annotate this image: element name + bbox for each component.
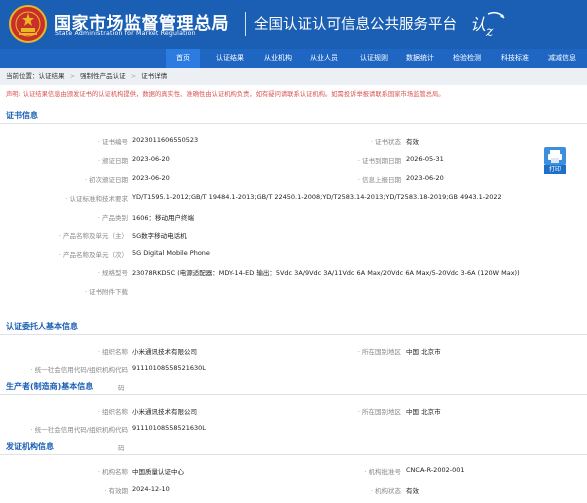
nav-agencies[interactable]: 从业机构 — [256, 49, 300, 68]
maker-region-label: · 所在国别地区 — [357, 408, 401, 416]
national-emblem-icon — [9, 5, 47, 43]
svg-text:认: 认 — [470, 15, 486, 34]
upload-date-label: · 信息上报日期 — [357, 176, 401, 184]
section-title-cert: 证书信息 — [6, 111, 38, 120]
attachment-label[interactable]: · 证书附件下载 — [85, 286, 128, 296]
platform-title: 全国认证认可信息公共服务平台 — [254, 17, 457, 33]
model-label: · 规格型号 — [97, 269, 128, 277]
product-name-sub-label: · 产品名称及单元（次） — [58, 251, 128, 259]
product-name-sub-value: 5G Digital Mobile Phone — [132, 249, 210, 257]
client-org-label: · 组织名称 — [97, 348, 128, 356]
maker-region-value: 中国 北京市 — [406, 408, 441, 416]
nav-personnel[interactable]: 从业人员 — [300, 49, 348, 68]
section-divider — [0, 394, 587, 395]
print-button[interactable]: 打印 — [544, 147, 566, 175]
issuer-valid-value: 2024-12-10 — [132, 485, 170, 493]
client-region-label: · 所在国别地区 — [357, 348, 401, 356]
standard-value: YD/T1595.1-2012;GB/T 19484.1-2013;GB/T 2… — [132, 193, 502, 201]
cert-no-value: 2023011606550523 — [132, 136, 199, 144]
issue-date-value: 2023-06-20 — [132, 155, 170, 163]
issue-date-label: · 颁证日期 — [97, 157, 128, 165]
nav-home[interactable]: 首页 — [166, 49, 200, 68]
maker-org-value: 小米通讯技术有限公司 — [132, 408, 197, 416]
issuer-no-value: CNCA-R-2002-001 — [406, 466, 465, 474]
site-header: 国家市场监督管理总局 State Administration for Mark… — [0, 0, 587, 49]
breadcrumb: 当前位置：认证结果 > 强制性产品认证 > 证书详情 — [0, 68, 587, 85]
issuer-status-label: · 机构状态 — [370, 487, 401, 495]
upload-date-value: 2023-06-20 — [406, 174, 444, 182]
first-issue-value: 2023-06-20 — [132, 174, 170, 182]
section-divider — [0, 123, 587, 124]
product-name-main-label: · 产品名称及单元（主） — [58, 232, 128, 240]
breadcrumb-current: 证书详情 — [141, 72, 168, 80]
category-value: 1606：移动用户终端 — [132, 214, 195, 222]
section-divider — [0, 334, 587, 335]
standard-label: · 认证标准和技术要求 — [65, 195, 128, 203]
product-name-main-value: 5G数字移动电话机 — [132, 232, 187, 240]
expiry-date-label: · 证书到期日期 — [357, 157, 401, 165]
maker-code-value: 91110108558521630L — [132, 424, 206, 432]
disclaimer-notice: 声明: 认证结果信息由颁发证书的认证机构提供，数据的真实性、准确性由认证机构负责… — [6, 91, 445, 98]
maker-code-label: · 统一社会信用代码/组织机构代码 — [30, 426, 128, 434]
section-title-client: 认证委托人基本信息 — [6, 322, 78, 331]
breadcrumb-results[interactable]: 当前位置：认证结果 — [6, 72, 65, 80]
nav-statistics[interactable]: 数据统计 — [398, 49, 442, 68]
breadcrumb-separator: > — [130, 72, 137, 80]
breadcrumb-ccc[interactable]: 强制性产品认证 — [80, 72, 126, 80]
nav-cert-rules[interactable]: 认证规则 — [350, 49, 398, 68]
section-title-maker: 生产者(制造商)基本信息 — [6, 382, 94, 391]
issuer-no-label: · 机构批准号 — [364, 468, 401, 476]
header-divider — [245, 12, 246, 36]
main-nav: 首页 认证结果 从业机构 从业人员 认证规则 数据统计 检验检测 科技标准 减减… — [0, 49, 587, 68]
expiry-date-value: 2026-05-31 — [406, 155, 444, 163]
cert-status-value: 有效 — [406, 138, 419, 146]
category-label: · 产品类别 — [97, 214, 128, 222]
cert-status-label: · 证书状态 — [370, 138, 401, 146]
issuer-name-value: 中国质量认证中心 — [132, 468, 184, 476]
svg-text:z: z — [485, 24, 494, 40]
site-title-en: State Administration for Market Regulati… — [55, 30, 196, 37]
section-extra-mark: 码 — [118, 444, 125, 452]
issuer-status-value: 有效 — [406, 487, 419, 495]
cnca-logo-icon: 认 z — [470, 11, 505, 40]
nav-cert-results[interactable]: 认证结果 — [204, 49, 256, 68]
issuer-name-label: · 机构名称 — [97, 468, 128, 476]
nav-testing[interactable]: 检验检测 — [444, 49, 490, 68]
section-divider — [0, 454, 587, 455]
client-code-value: 91110108558521630L — [132, 364, 206, 372]
printer-icon — [544, 147, 566, 165]
breadcrumb-separator: > — [69, 72, 76, 80]
print-label: 打印 — [544, 165, 566, 174]
section-extra-mark: 码 — [118, 384, 125, 392]
cert-no-label: · 证书编号 — [97, 138, 128, 146]
client-region-value: 中国 北京市 — [406, 348, 441, 356]
client-code-label: · 统一社会信用代码/组织机构代码 — [30, 366, 128, 374]
maker-org-label: · 组织名称 — [97, 408, 128, 416]
nav-info[interactable]: 减减信息 — [540, 49, 584, 68]
client-org-value: 小米通讯技术有限公司 — [132, 348, 197, 356]
first-issue-label: · 初次颁证日期 — [84, 176, 128, 184]
nav-standards[interactable]: 科技标准 — [492, 49, 538, 68]
model-value: 23078RKD5C (电源适配器：MDY-14-ED 输出：5Vdc 3A/9… — [132, 269, 520, 277]
section-title-issuer: 发证机构信息 — [6, 442, 54, 451]
issuer-valid-label: · 有效期 — [104, 487, 128, 495]
